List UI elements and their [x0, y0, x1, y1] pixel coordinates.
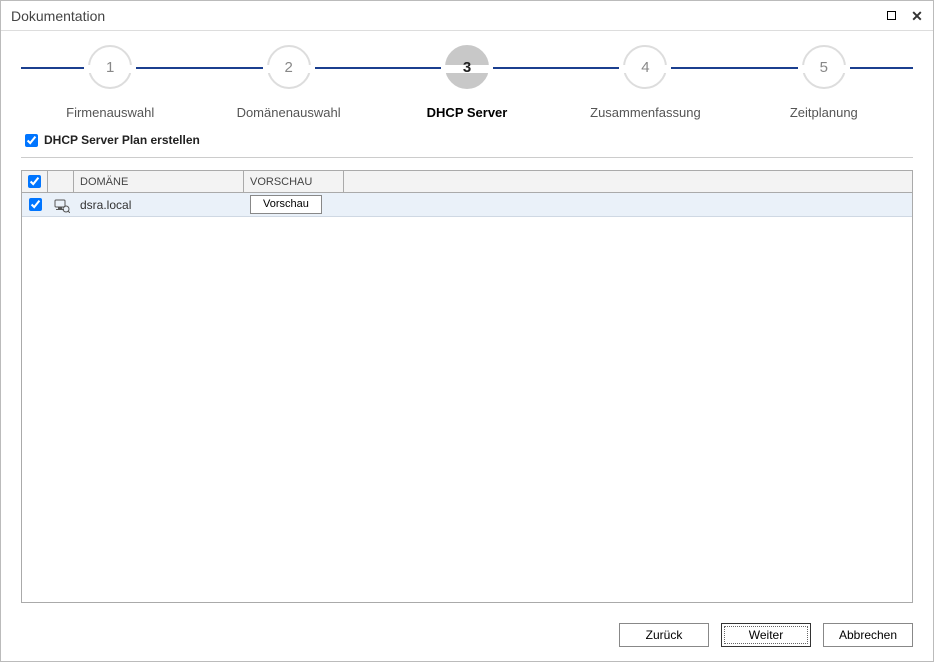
table-header: DOMÄNE VORSCHAU — [22, 171, 912, 193]
step-number: 5 — [802, 45, 846, 89]
wizard-steps: 1 Firmenauswahl 2 Domänenauswahl 3 DHCP … — [1, 31, 933, 125]
row-spacer — [344, 203, 912, 207]
header-domain[interactable]: DOMÄNE — [74, 171, 244, 192]
plan-checkbox-row: DHCP Server Plan erstellen — [21, 125, 913, 158]
wizard-footer: Zurück Weiter Abbrechen — [1, 613, 933, 661]
step-number: 4 — [623, 45, 667, 89]
step-2[interactable]: 2 Domänenauswahl — [199, 45, 377, 120]
step-content: DHCP Server Plan erstellen DOMÄNE VORSCH… — [1, 125, 933, 613]
step-label: Firmenauswahl — [66, 105, 154, 120]
step-label: Zeitplanung — [790, 105, 858, 120]
row-checkbox[interactable] — [29, 198, 42, 211]
close-button[interactable]: ✕ — [909, 8, 925, 24]
window-title: Dokumentation — [11, 8, 883, 24]
maximize-button[interactable] — [883, 8, 899, 24]
header-preview[interactable]: VORSCHAU — [244, 171, 344, 192]
step-1[interactable]: 1 Firmenauswahl — [21, 45, 199, 120]
titlebar: Dokumentation ✕ — [1, 1, 933, 31]
step-label: Zusammenfassung — [590, 105, 701, 120]
close-icon: ✕ — [911, 9, 923, 23]
preview-button[interactable]: Vorschau — [250, 195, 322, 214]
step-label: Domänenauswahl — [237, 105, 341, 120]
back-button[interactable]: Zurück — [619, 623, 709, 647]
header-spacer — [344, 171, 912, 192]
step-3[interactable]: 3 DHCP Server — [378, 45, 556, 120]
table-body: dsra.local Vorschau — [22, 193, 912, 602]
maximize-icon — [887, 11, 896, 20]
next-button[interactable]: Weiter — [721, 623, 811, 647]
header-icon-col — [48, 171, 74, 192]
row-domain: dsra.local — [74, 196, 244, 214]
step-number: 3 — [445, 45, 489, 89]
wizard-window: Dokumentation ✕ 1 Firmenauswahl 2 Domäne… — [0, 0, 934, 662]
plan-checkbox-label: DHCP Server Plan erstellen — [44, 133, 200, 147]
step-number: 1 — [88, 45, 132, 89]
plan-checkbox[interactable] — [25, 134, 38, 147]
header-select-all[interactable] — [22, 171, 48, 192]
step-label: DHCP Server — [427, 105, 508, 120]
cancel-button[interactable]: Abbrechen — [823, 623, 913, 647]
domain-table: DOMÄNE VORSCHAU — [21, 170, 913, 603]
step-circle-row: 1 Firmenauswahl 2 Domänenauswahl 3 DHCP … — [21, 45, 913, 120]
title-controls: ✕ — [883, 8, 925, 24]
step-5[interactable]: 5 Zeitplanung — [735, 45, 913, 120]
server-icon — [54, 199, 68, 211]
table-row[interactable]: dsra.local Vorschau — [22, 193, 912, 217]
select-all-checkbox[interactable] — [28, 175, 41, 188]
step-number: 2 — [267, 45, 311, 89]
step-4[interactable]: 4 Zusammenfassung — [556, 45, 734, 120]
